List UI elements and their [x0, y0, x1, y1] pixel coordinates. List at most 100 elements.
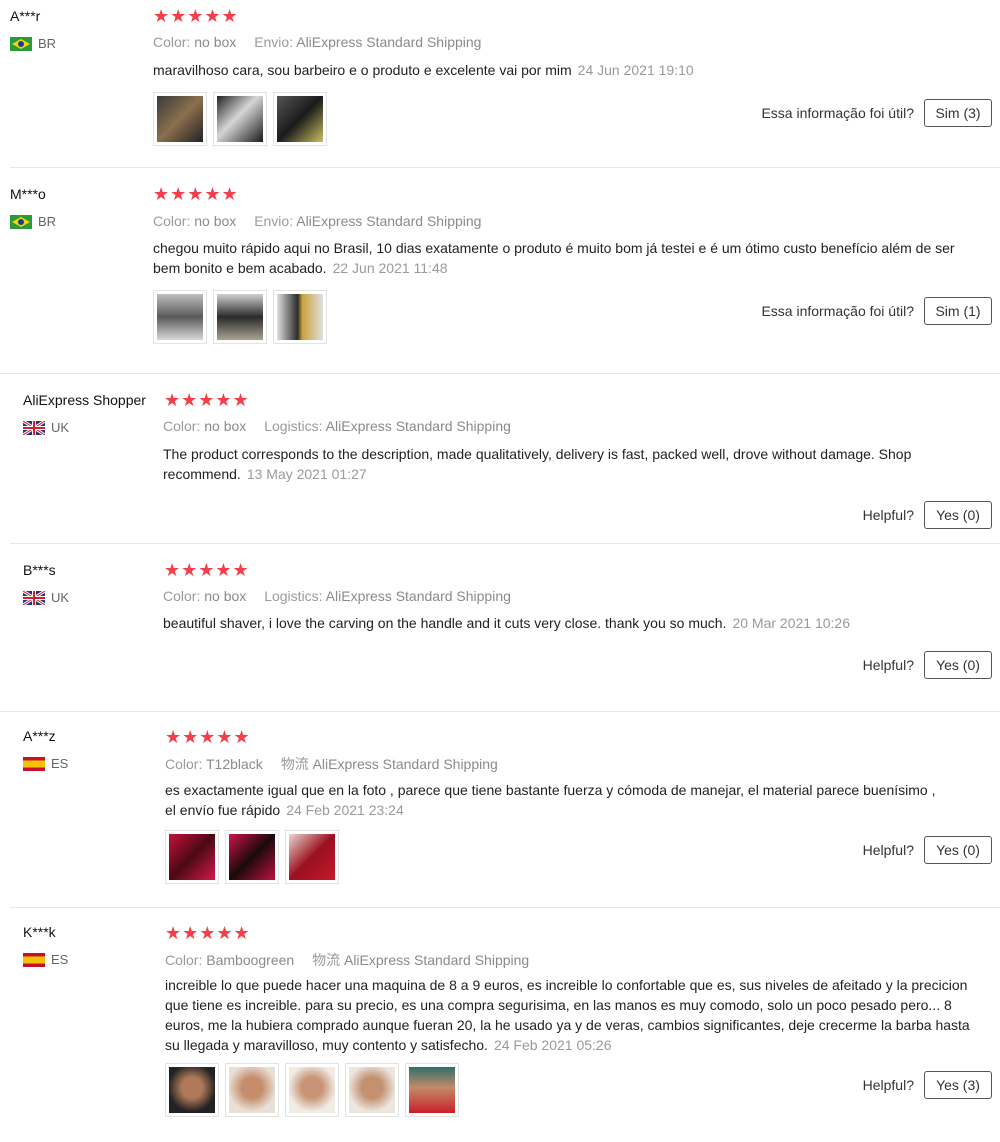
spain-flag-icon — [23, 757, 45, 771]
review-photo-thumbnail[interactable] — [273, 290, 327, 344]
logistics-label: 物流 — [312, 952, 341, 968]
review-body: beautiful shaver, i love the carving on … — [163, 615, 727, 631]
review-date: 24 Jun 2021 19:10 — [577, 62, 694, 78]
review-text: chegou muito rápido aqui no Brasil, 10 d… — [153, 238, 983, 278]
review-text: maravilhoso cara, sou barbeiro e o produ… — [153, 60, 973, 80]
review-photo-thumbnail[interactable] — [285, 1063, 339, 1117]
review-meta: Color: Bamboogreen 物流 AliExpress Standar… — [165, 950, 529, 970]
review-text: increible lo que puede hacer una maquina… — [165, 975, 985, 1055]
review-item: K***k ES ★★★★★ Color: Bamboogreen 物流 Ali… — [0, 908, 1000, 1142]
review-photos — [153, 290, 327, 344]
star-rating: ★★★★★ — [153, 184, 239, 204]
review-date: 13 May 2021 01:27 — [246, 466, 367, 482]
star-rating: ★★★★★ — [165, 923, 251, 943]
color-value: no box — [204, 588, 247, 604]
logistics-value: AliExpress Standard Shipping — [325, 588, 511, 604]
uk-flag-icon — [23, 421, 45, 435]
reviewer-country: BR — [10, 36, 56, 51]
review-photo-thumbnail[interactable] — [153, 92, 207, 146]
star-rating: ★★★★★ — [153, 6, 239, 26]
helpful-label: Helpful? — [862, 657, 914, 673]
review-photo-thumbnail[interactable] — [165, 1063, 219, 1117]
logistics-value: AliExpress Standard Shipping — [312, 756, 498, 772]
reviewer-country: BR — [10, 214, 56, 229]
reviewer-country: UK — [23, 590, 69, 605]
review-date: 24 Feb 2021 23:24 — [286, 802, 404, 818]
helpful-label: Helpful? — [862, 1077, 914, 1093]
review-photo-thumbnail[interactable] — [165, 830, 219, 884]
reviewer-name: A***z — [23, 728, 56, 744]
review-item: A***z ES ★★★★★ Color: T12black 物流 AliExp… — [0, 712, 1000, 908]
review-item: M***o BR ★★★★★ Color: no box Envio: AliE… — [0, 168, 1000, 374]
review-photo-thumbnail[interactable] — [213, 92, 267, 146]
country-code: ES — [51, 756, 69, 771]
helpful-label: Helpful? — [862, 842, 914, 858]
logistics-label: 物流 — [280, 756, 309, 772]
review-item: AliExpress Shopper UK ★★★★★ Color: no bo… — [0, 374, 1000, 544]
helpful-vote: Helpful? Yes (3) — [863, 1071, 992, 1099]
review-photo-thumbnail[interactable] — [273, 92, 327, 146]
review-photo-thumbnail[interactable] — [225, 830, 279, 884]
reviewer-name: M***o — [10, 186, 46, 202]
helpful-label: Essa informação foi útil? — [761, 105, 914, 121]
helpful-yes-button[interactable]: Yes (0) — [924, 501, 992, 529]
review-meta: Color: no box Logistics: AliExpress Stan… — [163, 418, 511, 434]
review-photos — [165, 1063, 459, 1117]
review-photo-thumbnail[interactable] — [345, 1063, 399, 1117]
reviewer-name: K***k — [23, 924, 56, 940]
reviewer-name: A***r — [10, 8, 41, 24]
review-text: The product corresponds to the descripti… — [163, 444, 963, 484]
color-label: Color: — [165, 952, 203, 968]
helpful-yes-button[interactable]: Yes (0) — [924, 651, 992, 679]
brazil-flag-icon — [10, 37, 32, 51]
review-date: 24 Feb 2021 05:26 — [493, 1037, 612, 1053]
review-photos — [153, 92, 327, 146]
uk-flag-icon — [23, 591, 45, 605]
review-meta: Color: no box Logistics: AliExpress Stan… — [163, 588, 511, 604]
logistics-label: Logistics: — [264, 588, 323, 604]
spain-flag-icon — [23, 953, 45, 967]
helpful-vote: Helpful? Yes (0) — [863, 836, 992, 864]
star-rating: ★★★★★ — [165, 727, 251, 747]
helpful-yes-button[interactable]: Sim (1) — [924, 297, 992, 325]
helpful-yes-button[interactable]: Yes (3) — [924, 1071, 992, 1099]
shipping-value: AliExpress Standard Shipping — [296, 213, 482, 229]
review-photo-thumbnail[interactable] — [285, 830, 339, 884]
color-value: T12black — [206, 756, 263, 772]
reviewer-country: ES — [23, 756, 68, 771]
logistics-label: Logistics: — [264, 418, 323, 434]
star-rating: ★★★★★ — [164, 560, 250, 580]
color-label: Color: — [163, 418, 201, 434]
color-value: no box — [204, 418, 247, 434]
color-label: Color: — [163, 588, 201, 604]
review-body: chegou muito rápido aqui no Brasil, 10 d… — [153, 240, 955, 276]
reviewer-name: B***s — [23, 562, 56, 578]
review-item: B***s UK ★★★★★ Color: no box Logistics: … — [0, 544, 1000, 712]
color-label: Color: — [153, 34, 191, 50]
review-text: es exactamente igual que en la foto , pa… — [165, 780, 945, 820]
helpful-yes-button[interactable]: Sim (3) — [924, 99, 992, 127]
review-body: maravilhoso cara, sou barbeiro e o produ… — [153, 62, 572, 78]
shipping-label: Envio: — [254, 213, 294, 229]
star-rating: ★★★★★ — [164, 390, 250, 410]
logistics-value: AliExpress Standard Shipping — [325, 418, 511, 434]
review-date: 20 Mar 2021 10:26 — [732, 615, 850, 631]
review-photos — [165, 830, 339, 884]
shipping-label: Envio: — [254, 34, 294, 50]
color-label: Color: — [153, 213, 191, 229]
helpful-vote: Helpful? Yes (0) — [863, 651, 992, 679]
color-value: no box — [194, 34, 237, 50]
helpful-vote: Essa informação foi útil? Sim (3) — [761, 99, 992, 127]
review-photo-thumbnail[interactable] — [225, 1063, 279, 1117]
review-photo-thumbnail[interactable] — [213, 290, 267, 344]
review-meta: Color: no box Envio: AliExpress Standard… — [153, 34, 481, 50]
color-label: Color: — [165, 756, 203, 772]
review-date: 22 Jun 2021 11:48 — [332, 260, 448, 276]
review-photo-thumbnail[interactable] — [153, 290, 207, 344]
brazil-flag-icon — [10, 215, 32, 229]
country-code: UK — [51, 420, 70, 435]
country-code: BR — [38, 214, 57, 229]
helpful-yes-button[interactable]: Yes (0) — [924, 836, 992, 864]
country-code: BR — [38, 36, 57, 51]
review-photo-thumbnail[interactable] — [405, 1063, 459, 1117]
